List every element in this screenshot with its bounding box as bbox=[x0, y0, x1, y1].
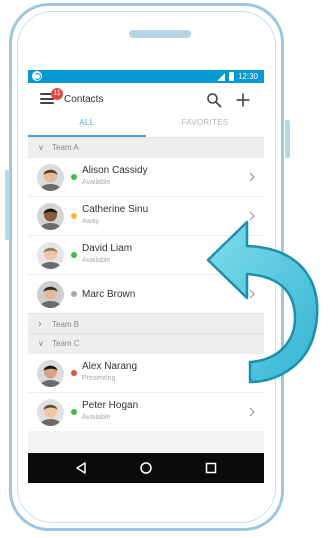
chevron-down-icon: ∨ bbox=[38, 339, 44, 348]
tab-favorites[interactable]: FAVORITES bbox=[146, 116, 264, 137]
status-bar: 12:30 bbox=[28, 70, 264, 83]
avatar bbox=[37, 203, 64, 230]
contact-name: Marc Brown bbox=[82, 289, 136, 300]
chevron-right-icon[interactable] bbox=[248, 407, 256, 417]
phone-power-button bbox=[285, 120, 290, 158]
signal-icon bbox=[216, 72, 225, 81]
battery-icon bbox=[228, 72, 234, 81]
contact-status: Presenting bbox=[82, 375, 116, 382]
avatar bbox=[37, 360, 64, 387]
group-name: Team C bbox=[52, 339, 80, 348]
contact-status: Away bbox=[82, 218, 99, 225]
swipe-left-arrow-icon bbox=[206, 220, 319, 384]
status-time: 12:30 bbox=[237, 72, 258, 81]
app-header: 11 Contacts bbox=[28, 83, 264, 116]
plus-icon[interactable] bbox=[235, 92, 251, 108]
contact-name: Alex Narang bbox=[82, 361, 138, 372]
chevron-right-icon[interactable] bbox=[248, 172, 256, 182]
app-logo-icon bbox=[32, 71, 42, 81]
contact-status: Available bbox=[82, 414, 111, 421]
contact-name: Catherine Sinu bbox=[82, 204, 149, 215]
presence-indicator bbox=[71, 291, 77, 297]
notification-badge: 11 bbox=[51, 88, 63, 100]
contact-name: Alison Cassidy bbox=[82, 165, 148, 176]
presence-indicator bbox=[71, 174, 77, 180]
contact-name: David Liam bbox=[82, 243, 133, 254]
tab-bar: ALL FAVORITES bbox=[28, 116, 264, 137]
presence-indicator bbox=[71, 213, 77, 219]
tab-all-label: ALL bbox=[79, 118, 95, 127]
avatar bbox=[37, 164, 64, 191]
presence-indicator bbox=[71, 252, 77, 258]
phone-volume-button bbox=[5, 170, 10, 240]
contact-status: Available bbox=[82, 257, 111, 264]
page-title: Contacts bbox=[64, 94, 104, 105]
chevron-right-icon: › bbox=[38, 318, 42, 330]
search-icon[interactable] bbox=[206, 92, 222, 108]
group-name: Team A bbox=[52, 143, 79, 152]
home-circle-icon[interactable] bbox=[139, 461, 153, 475]
chevron-down-icon: ∨ bbox=[38, 143, 44, 152]
avatar bbox=[37, 281, 64, 308]
presence-indicator bbox=[71, 409, 77, 415]
back-triangle-icon[interactable] bbox=[74, 461, 88, 475]
presence-indicator bbox=[71, 370, 77, 376]
android-nav-bar bbox=[28, 453, 264, 483]
group-header[interactable]: ∨ Team A bbox=[28, 137, 264, 157]
avatar bbox=[37, 242, 64, 269]
contact-name: Peter Hogan bbox=[82, 400, 139, 411]
recent-square-icon[interactable] bbox=[204, 461, 218, 475]
tab-all[interactable]: ALL bbox=[28, 116, 146, 137]
contact-row[interactable]: Alison Cassidy Available bbox=[28, 157, 264, 196]
contact-status: Available bbox=[82, 179, 111, 186]
phone-speaker bbox=[129, 30, 191, 38]
tab-favorites-label: FAVORITES bbox=[181, 118, 229, 127]
avatar bbox=[37, 399, 64, 426]
active-tab-indicator bbox=[28, 135, 146, 137]
group-name: Team B bbox=[52, 320, 80, 329]
